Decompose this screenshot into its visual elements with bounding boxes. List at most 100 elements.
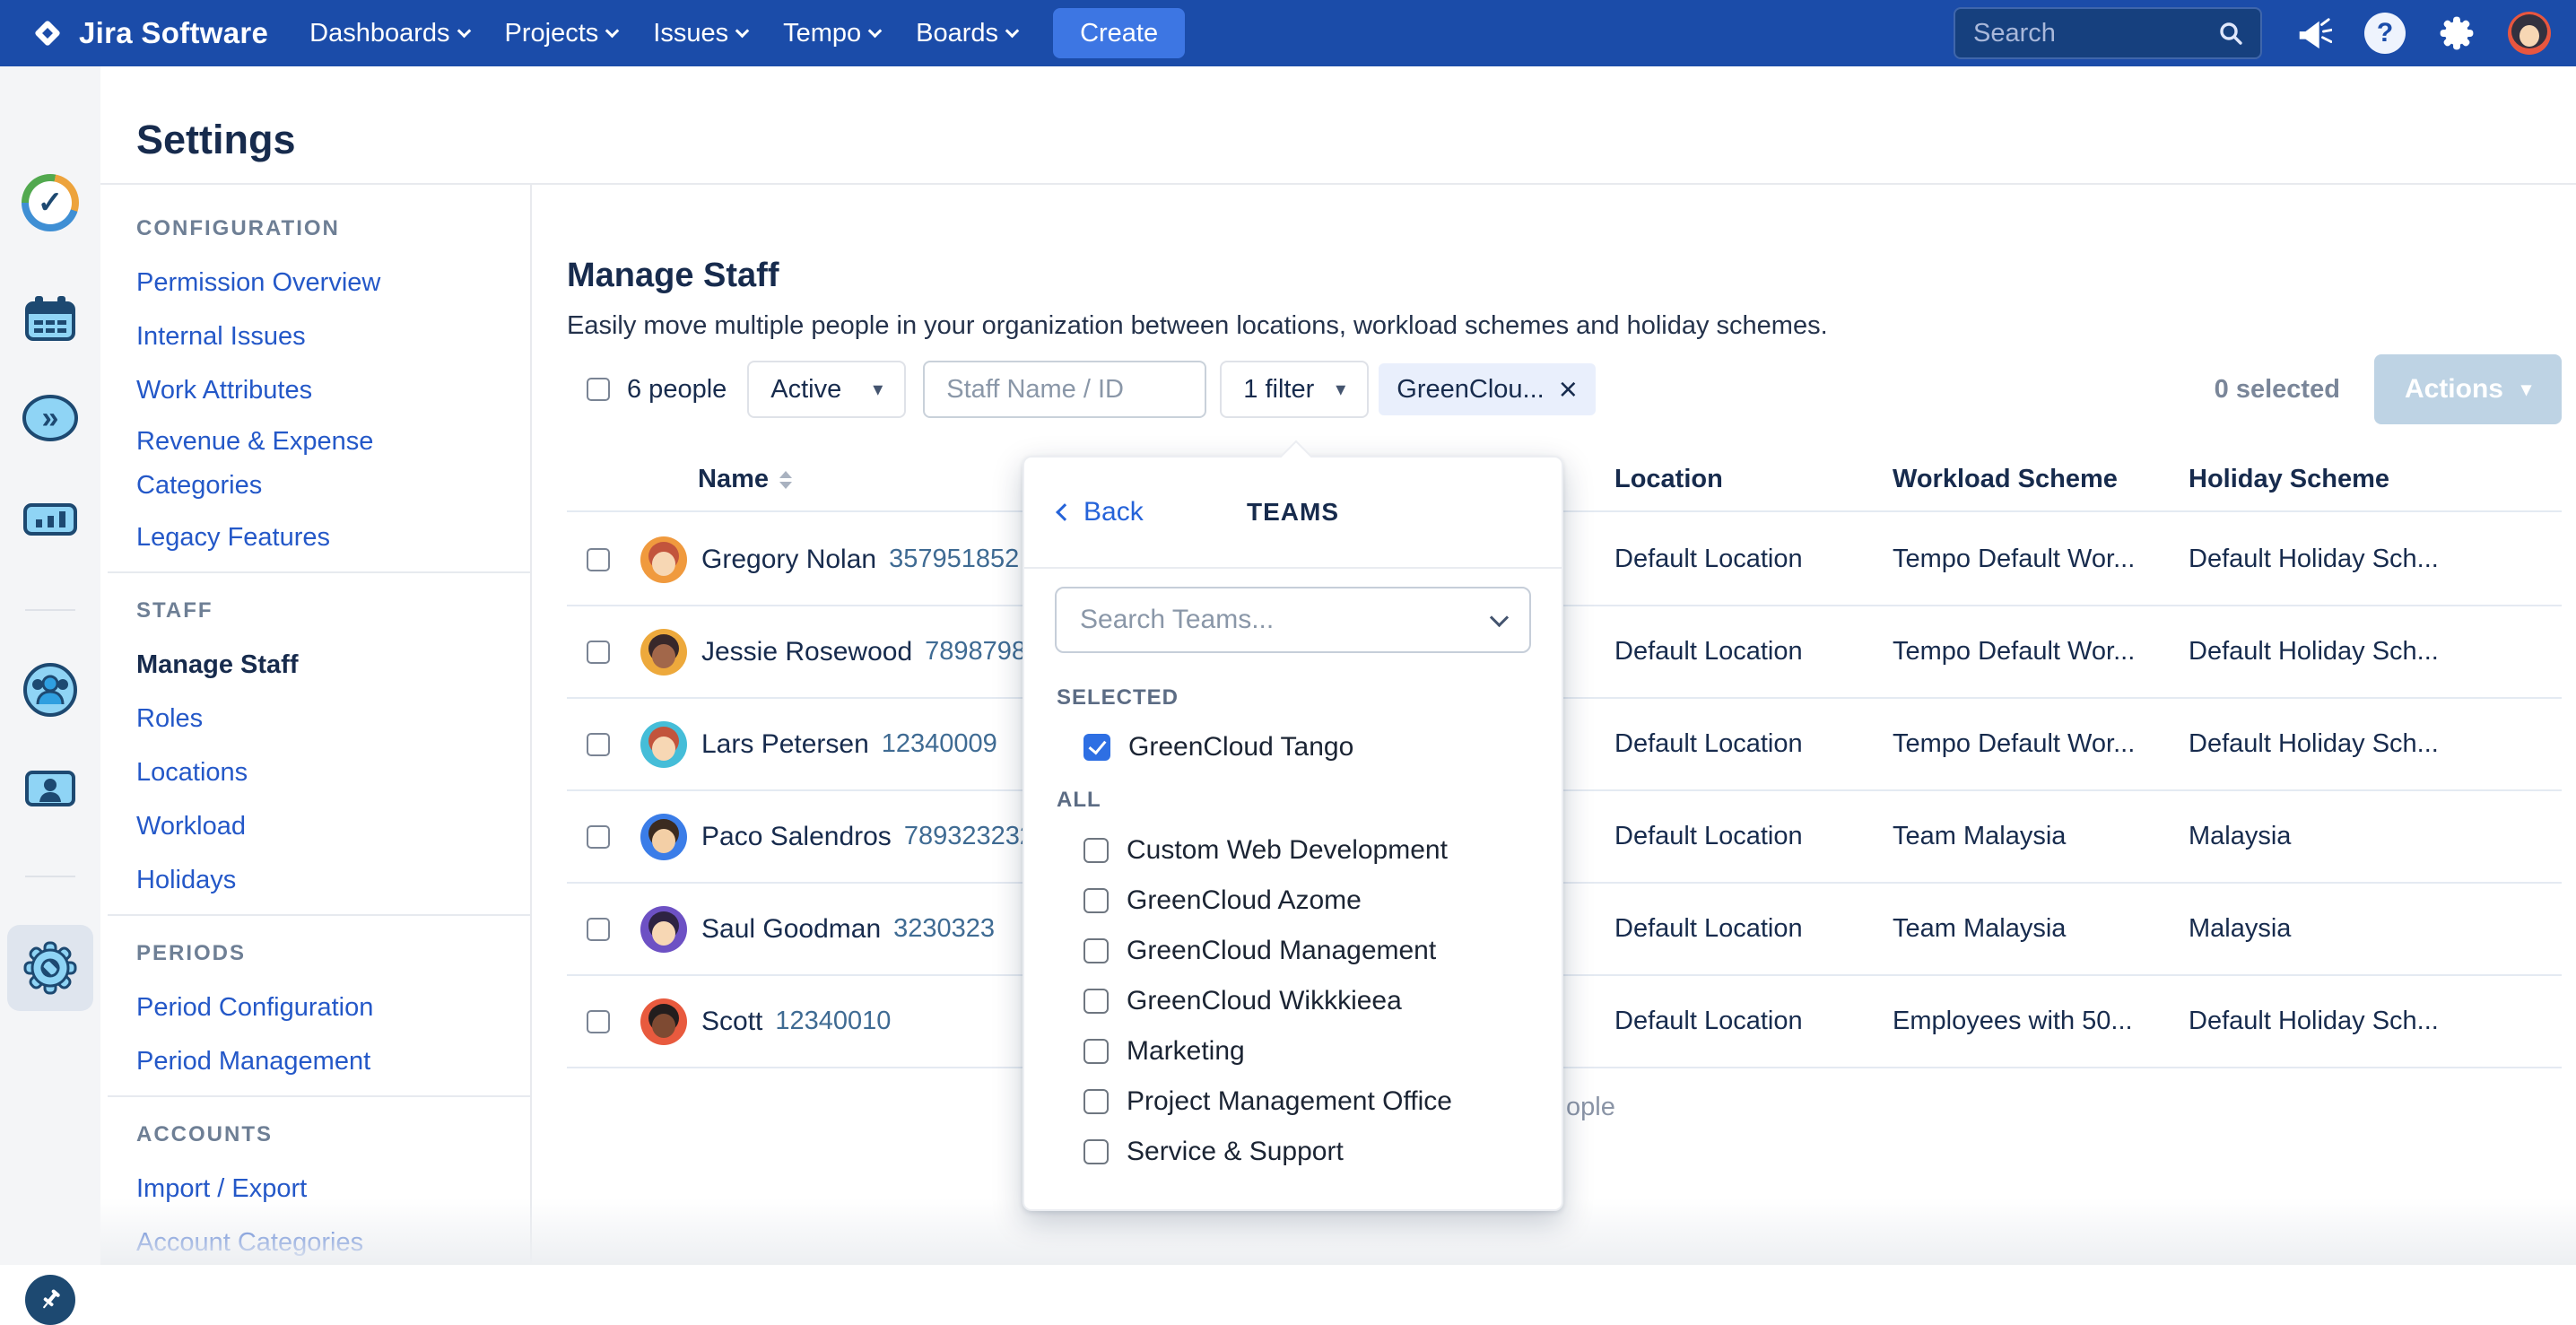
- team-option[interactable]: Project Management Office: [1024, 1077, 1562, 1127]
- row-checkbox[interactable]: [587, 548, 610, 571]
- team-option-selected[interactable]: GreenCloud Tango: [1083, 732, 1562, 763]
- checkbox-unchecked[interactable]: [1083, 938, 1109, 963]
- nav-item-period-configuration[interactable]: Period Configuration: [136, 981, 459, 1034]
- team-option[interactable]: Service & Support: [1024, 1127, 1562, 1177]
- staff-card-icon[interactable]: [22, 760, 79, 817]
- avatar: [640, 906, 687, 953]
- settings-gear-icon[interactable]: [22, 939, 79, 997]
- popover-header: TEAMS Back: [1024, 458, 1562, 567]
- row-checkbox[interactable]: [587, 825, 610, 849]
- tempo-logo-icon[interactable]: ✓: [22, 174, 79, 231]
- staff-name: Paco Salendros: [701, 822, 892, 852]
- search-teams-select[interactable]: Search Teams...: [1055, 587, 1531, 653]
- checkbox-checked[interactable]: [1083, 734, 1110, 761]
- team-option[interactable]: GreenCloud Wikkkieea: [1024, 976, 1562, 1026]
- tempo-check-icon: ✓: [29, 181, 72, 224]
- gear-icon[interactable]: [2438, 14, 2476, 52]
- column-header-name[interactable]: Name: [698, 465, 792, 494]
- menu-tempo[interactable]: Tempo: [765, 0, 898, 66]
- table-row[interactable]: Scott 12340010 Default Location Employee…: [567, 976, 2562, 1068]
- row-checkbox[interactable]: [587, 641, 610, 664]
- staff-search-input[interactable]: [923, 361, 1206, 418]
- selected-count: 0 selected: [2215, 375, 2340, 405]
- table-row[interactable]: Paco Salendros 789323232 Default Locatio…: [567, 791, 2562, 884]
- select-all-checkbox[interactable]: [587, 378, 610, 401]
- pagination-text-fragment: ople: [1566, 1093, 1615, 1122]
- selected-header: SELECTED: [1057, 685, 1562, 710]
- nav-item-holidays[interactable]: Holidays: [136, 853, 459, 907]
- tempo-app-rail: ✓ »: [0, 66, 100, 1265]
- staff-id-link[interactable]: 789323232: [904, 822, 1034, 851]
- table-header: Name Location Workload Scheme Holiday Sc…: [567, 456, 2562, 512]
- holiday-cell: Malaysia: [2189, 822, 2291, 851]
- checkbox-unchecked[interactable]: [1083, 1089, 1109, 1114]
- status-filter-dropdown[interactable]: Active ▾: [747, 361, 906, 418]
- help-icon[interactable]: ?: [2364, 13, 2406, 54]
- nav-item-period-management[interactable]: Period Management: [136, 1034, 459, 1088]
- checkbox-unchecked[interactable]: [1083, 989, 1109, 1014]
- checkbox-unchecked[interactable]: [1083, 888, 1109, 913]
- back-button[interactable]: Back: [1058, 497, 1144, 527]
- nav-item-manage-staff[interactable]: Manage Staff: [136, 638, 459, 692]
- row-checkbox[interactable]: [587, 1010, 610, 1033]
- table-row[interactable]: Lars Petersen 12340009 Default Location …: [567, 699, 2562, 791]
- skip-forward-icon[interactable]: »: [22, 389, 79, 447]
- global-search[interactable]: [1954, 7, 2262, 59]
- staff-id-link[interactable]: 3230323: [893, 914, 995, 944]
- menu-boards[interactable]: Boards: [898, 0, 1035, 66]
- checkbox-unchecked[interactable]: [1083, 1039, 1109, 1064]
- staff-name: Lars Petersen: [701, 729, 869, 760]
- team-option[interactable]: GreenCloud Azome: [1024, 876, 1562, 926]
- menu-dashboards[interactable]: Dashboards: [292, 0, 486, 66]
- staff-id-link[interactable]: 12340010: [775, 1007, 891, 1036]
- announcements-icon[interactable]: [2294, 14, 2332, 52]
- team-label: Project Management Office: [1127, 1086, 1452, 1117]
- jira-brand[interactable]: Jira Software: [30, 16, 268, 50]
- nav-item-workload[interactable]: Workload: [136, 799, 459, 853]
- nav-item-roles[interactable]: Roles: [136, 692, 459, 745]
- create-button[interactable]: Create: [1053, 8, 1185, 58]
- workload-cell: Team Malaysia: [1893, 822, 2066, 851]
- checkbox-unchecked[interactable]: [1083, 1139, 1109, 1164]
- nav-item-work-attributes[interactable]: Work Attributes: [136, 363, 459, 417]
- workload-cell: Tempo Default Wor...: [1893, 545, 2135, 574]
- row-checkbox[interactable]: [587, 733, 610, 756]
- staff-id-link[interactable]: 357951852: [889, 545, 1019, 574]
- chevron-down-icon: [457, 23, 471, 38]
- checkbox-unchecked[interactable]: [1083, 838, 1109, 863]
- actions-button[interactable]: Actions ▾: [2374, 354, 2562, 424]
- team-option[interactable]: Custom Web Development: [1024, 825, 1562, 876]
- pin-sidebar-icon[interactable]: [25, 1275, 75, 1325]
- manage-staff-title: Manage Staff: [567, 257, 779, 295]
- table-row[interactable]: Saul Goodman 3230323 Default Location Te…: [567, 884, 2562, 976]
- column-header-workload-scheme: Workload Scheme: [1893, 465, 2118, 494]
- filter-chip-greencloud[interactable]: GreenClou... ×: [1379, 363, 1595, 415]
- timesheet-calendar-icon[interactable]: [22, 291, 79, 348]
- nav-item-locations[interactable]: Locations: [136, 745, 459, 799]
- team-option[interactable]: Marketing: [1024, 1026, 1562, 1077]
- nav-item-revenue-expense-categories[interactable]: Revenue & Expense Categories: [136, 417, 459, 510]
- page-title: Settings: [136, 117, 296, 163]
- staff-toolbar: 6 people Active ▾ 1 filter ▾ GreenClou..…: [567, 353, 2562, 425]
- menu-projects[interactable]: Projects: [487, 0, 636, 66]
- section-divider: [108, 571, 530, 573]
- nav-item-permission-overview[interactable]: Permission Overview: [136, 256, 459, 309]
- section-header-accounts: ACCOUNTS: [136, 1122, 459, 1147]
- nav-item-legacy-features[interactable]: Legacy Features: [136, 510, 459, 564]
- global-search-input[interactable]: [1971, 18, 2217, 49]
- user-avatar[interactable]: [2508, 12, 2551, 55]
- reports-chart-icon[interactable]: [22, 491, 79, 548]
- table-row[interactable]: Gregory Nolan 357951852 Default Location…: [567, 514, 2562, 606]
- menu-issues[interactable]: Issues: [635, 0, 765, 66]
- close-icon[interactable]: ×: [1559, 373, 1578, 405]
- team-option[interactable]: GreenCloud Management: [1024, 926, 1562, 976]
- nav-item-internal-issues[interactable]: Internal Issues: [136, 309, 459, 363]
- section-header-staff: STAFF: [136, 598, 459, 623]
- avatar: [640, 536, 687, 583]
- table-row[interactable]: Jessie Rosewood 78987987 Default Locatio…: [567, 606, 2562, 699]
- row-checkbox[interactable]: [587, 918, 610, 941]
- filter-dropdown[interactable]: 1 filter ▾: [1220, 361, 1369, 418]
- teams-icon[interactable]: [22, 661, 79, 719]
- staff-id-link[interactable]: 12340009: [882, 729, 997, 759]
- sort-icon[interactable]: [779, 471, 792, 489]
